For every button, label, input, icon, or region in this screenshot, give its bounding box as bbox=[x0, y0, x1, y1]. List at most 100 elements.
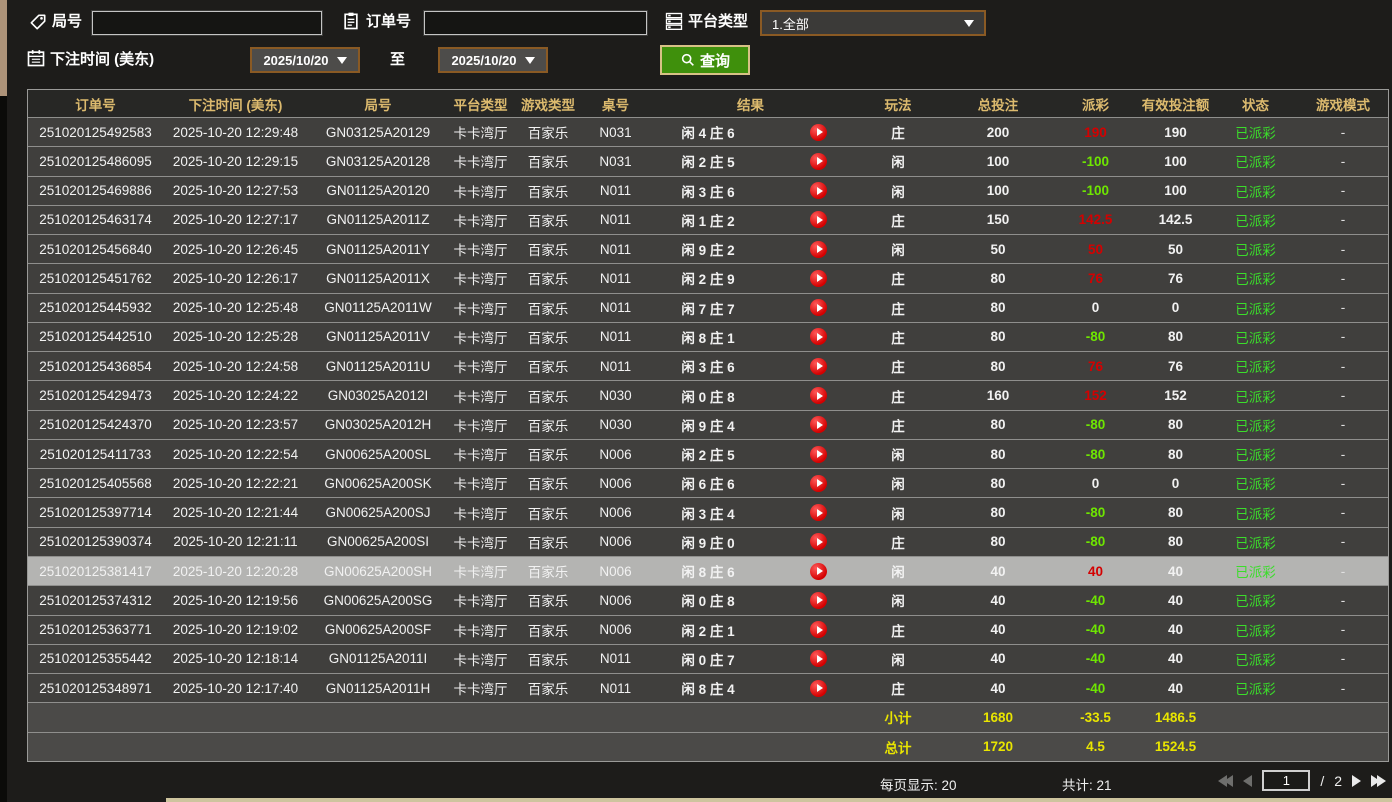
payout-cell: 76 bbox=[1087, 358, 1104, 374]
filter-bar: 局号 订单号 平台类型 1.全部 下注时间 (美东) 2025/10/20 至 … bbox=[0, 0, 1392, 90]
table-row[interactable]: 251020125397714 2025-10-20 12:21:44 GN00… bbox=[28, 497, 1388, 527]
table-row[interactable]: 251020125451762 2025-10-20 12:26:17 GN01… bbox=[28, 263, 1388, 293]
play-video-icon[interactable] bbox=[810, 182, 827, 200]
round-no-cell: GN01125A2011I bbox=[328, 651, 428, 667]
game-type-cell: 百家乐 bbox=[527, 389, 569, 405]
table-row[interactable]: 251020125429473 2025-10-20 12:24:22 GN03… bbox=[28, 380, 1388, 410]
table-row[interactable]: 251020125456840 2025-10-20 12:26:45 GN01… bbox=[28, 234, 1388, 264]
table-row[interactable]: 251020125355442 2025-10-20 12:18:14 GN01… bbox=[28, 643, 1388, 674]
round-no-cell: GN01125A2011Y bbox=[326, 241, 430, 257]
play-video-icon[interactable] bbox=[810, 416, 827, 434]
table-row[interactable]: 251020125445932 2025-10-20 12:25:48 GN01… bbox=[28, 292, 1388, 322]
game-mode-cell: - bbox=[1340, 417, 1346, 433]
play-type-cell: 闲 bbox=[891, 184, 905, 200]
play-video-icon[interactable] bbox=[810, 474, 827, 492]
game-mode-cell: - bbox=[1340, 212, 1346, 228]
table-row[interactable]: 251020125381417 2025-10-20 12:20:28 GN00… bbox=[28, 555, 1388, 586]
platform-type-select[interactable]: 1.全部 bbox=[760, 10, 986, 36]
query-button[interactable]: 查询 bbox=[660, 45, 750, 75]
order-number-cell: 251020125355442 bbox=[39, 651, 152, 667]
play-video-icon[interactable] bbox=[810, 650, 827, 668]
table-no-cell: N011 bbox=[599, 358, 632, 374]
valid-bet-cell: 80 bbox=[1167, 505, 1184, 521]
valid-bet-cell: 76 bbox=[1167, 270, 1184, 286]
status-badge: 已派彩 bbox=[1235, 184, 1276, 200]
table-row[interactable]: 251020125390374 2025-10-20 12:21:11 GN00… bbox=[28, 526, 1388, 556]
play-video-icon[interactable] bbox=[810, 533, 827, 551]
table-row[interactable]: 251020125469886 2025-10-20 12:27:53 GN01… bbox=[28, 175, 1388, 205]
order-number-cell: 251020125463174 bbox=[39, 212, 152, 228]
date-to-value: 2025/10/20 bbox=[451, 52, 517, 68]
page-number-input[interactable] bbox=[1262, 770, 1311, 791]
prev-page-icon[interactable] bbox=[1243, 774, 1253, 787]
round-no-cell: GN01125A2011W bbox=[324, 300, 432, 316]
table-row[interactable]: 251020125411733 2025-10-20 12:22:54 GN00… bbox=[28, 438, 1388, 469]
play-type-cell: 闲 bbox=[891, 477, 905, 493]
round-no-input[interactable] bbox=[91, 10, 323, 36]
result-text: 闲 3 庄 6 bbox=[681, 184, 735, 200]
play-video-icon[interactable] bbox=[810, 445, 827, 463]
col-header-valid-bet: 有效投注额 bbox=[1141, 97, 1210, 113]
first-page-icon[interactable] bbox=[1218, 774, 1234, 787]
play-type-cell: 庄 bbox=[891, 535, 905, 551]
play-type-cell: 庄 bbox=[891, 389, 905, 405]
play-video-icon[interactable] bbox=[810, 328, 827, 346]
table-row[interactable]: 251020125405568 2025-10-20 12:22:21 GN00… bbox=[28, 468, 1388, 498]
col-header-status: 状态 bbox=[1242, 97, 1269, 113]
last-page-icon[interactable] bbox=[1371, 774, 1386, 787]
table-row[interactable]: 251020125363771 2025-10-20 12:19:02 GN00… bbox=[28, 614, 1388, 644]
play-type-cell: 庄 bbox=[891, 330, 905, 346]
play-video-icon[interactable] bbox=[810, 211, 827, 229]
play-video-icon[interactable] bbox=[810, 621, 827, 639]
status-badge: 已派彩 bbox=[1235, 565, 1276, 581]
table-row[interactable]: 251020125424370 2025-10-20 12:23:57 GN03… bbox=[28, 409, 1388, 439]
game-type-cell: 百家乐 bbox=[527, 682, 569, 698]
table-row[interactable]: 251020125442510 2025-10-20 12:25:28 GN01… bbox=[28, 321, 1388, 352]
play-video-icon[interactable] bbox=[810, 562, 827, 580]
platform-type-icon bbox=[665, 12, 683, 30]
table-no-cell: N011 bbox=[599, 300, 632, 316]
table-row[interactable]: 251020125492583 2025-10-20 12:29:48 GN03… bbox=[28, 117, 1388, 147]
bet-time-cell: 2025-10-20 12:25:48 bbox=[172, 300, 299, 316]
play-video-icon[interactable] bbox=[810, 591, 827, 609]
table-no-cell: N006 bbox=[599, 475, 632, 491]
col-header-play-type: 玩法 bbox=[884, 97, 912, 113]
order-no-input[interactable] bbox=[423, 10, 648, 36]
play-video-icon[interactable] bbox=[810, 387, 827, 405]
bet-time-cell: 2025-10-20 12:27:17 bbox=[172, 212, 299, 228]
game-type-cell: 百家乐 bbox=[527, 535, 569, 551]
date-to-select[interactable]: 2025/10/20 bbox=[438, 47, 548, 73]
payout-cell: -100 bbox=[1081, 153, 1110, 169]
game-type-cell: 百家乐 bbox=[527, 418, 569, 434]
table-row[interactable]: 251020125463174 2025-10-20 12:27:17 GN01… bbox=[28, 204, 1388, 235]
play-video-icon[interactable] bbox=[810, 357, 827, 375]
play-video-icon[interactable] bbox=[810, 123, 827, 141]
payout-cell: 50 bbox=[1087, 241, 1104, 257]
table-row[interactable]: 251020125374312 2025-10-20 12:19:56 GN00… bbox=[28, 585, 1388, 615]
payout-cell: 40 bbox=[1087, 563, 1104, 579]
play-type-cell: 闲 bbox=[891, 594, 905, 610]
result-cell: 闲 6 庄 6 bbox=[648, 469, 853, 497]
total-bet-cell: 80 bbox=[990, 475, 1006, 491]
payout-cell: -80 bbox=[1085, 534, 1106, 550]
platform-cell: 卡卡湾厅 bbox=[453, 477, 508, 493]
play-video-icon[interactable] bbox=[810, 269, 827, 287]
result-cell: 闲 3 庄 6 bbox=[648, 352, 853, 380]
table-row[interactable]: 251020125348971 2025-10-20 12:17:40 GN01… bbox=[28, 673, 1388, 703]
table-no-cell: N006 bbox=[599, 592, 632, 608]
valid-bet-cell: 142.5 bbox=[1158, 212, 1193, 228]
table-row[interactable]: 251020125486095 2025-10-20 12:29:15 GN03… bbox=[28, 146, 1388, 176]
play-video-icon[interactable] bbox=[810, 504, 827, 522]
game-mode-cell: - bbox=[1340, 124, 1346, 140]
round-no-cell: GN00625A200SG bbox=[323, 592, 433, 608]
next-page-icon[interactable] bbox=[1352, 774, 1361, 787]
game-type-cell: 百家乐 bbox=[527, 155, 569, 171]
result-cell: 闲 0 庄 8 bbox=[648, 381, 853, 409]
play-video-icon[interactable] bbox=[810, 679, 827, 697]
date-from-select[interactable]: 2025/10/20 bbox=[250, 47, 360, 73]
play-video-icon[interactable] bbox=[810, 152, 827, 170]
play-video-icon[interactable] bbox=[810, 240, 827, 258]
table-row[interactable]: 251020125436854 2025-10-20 12:24:58 GN01… bbox=[28, 351, 1388, 381]
bet-time-cell: 2025-10-20 12:26:17 bbox=[172, 270, 299, 286]
play-video-icon[interactable] bbox=[810, 299, 827, 317]
